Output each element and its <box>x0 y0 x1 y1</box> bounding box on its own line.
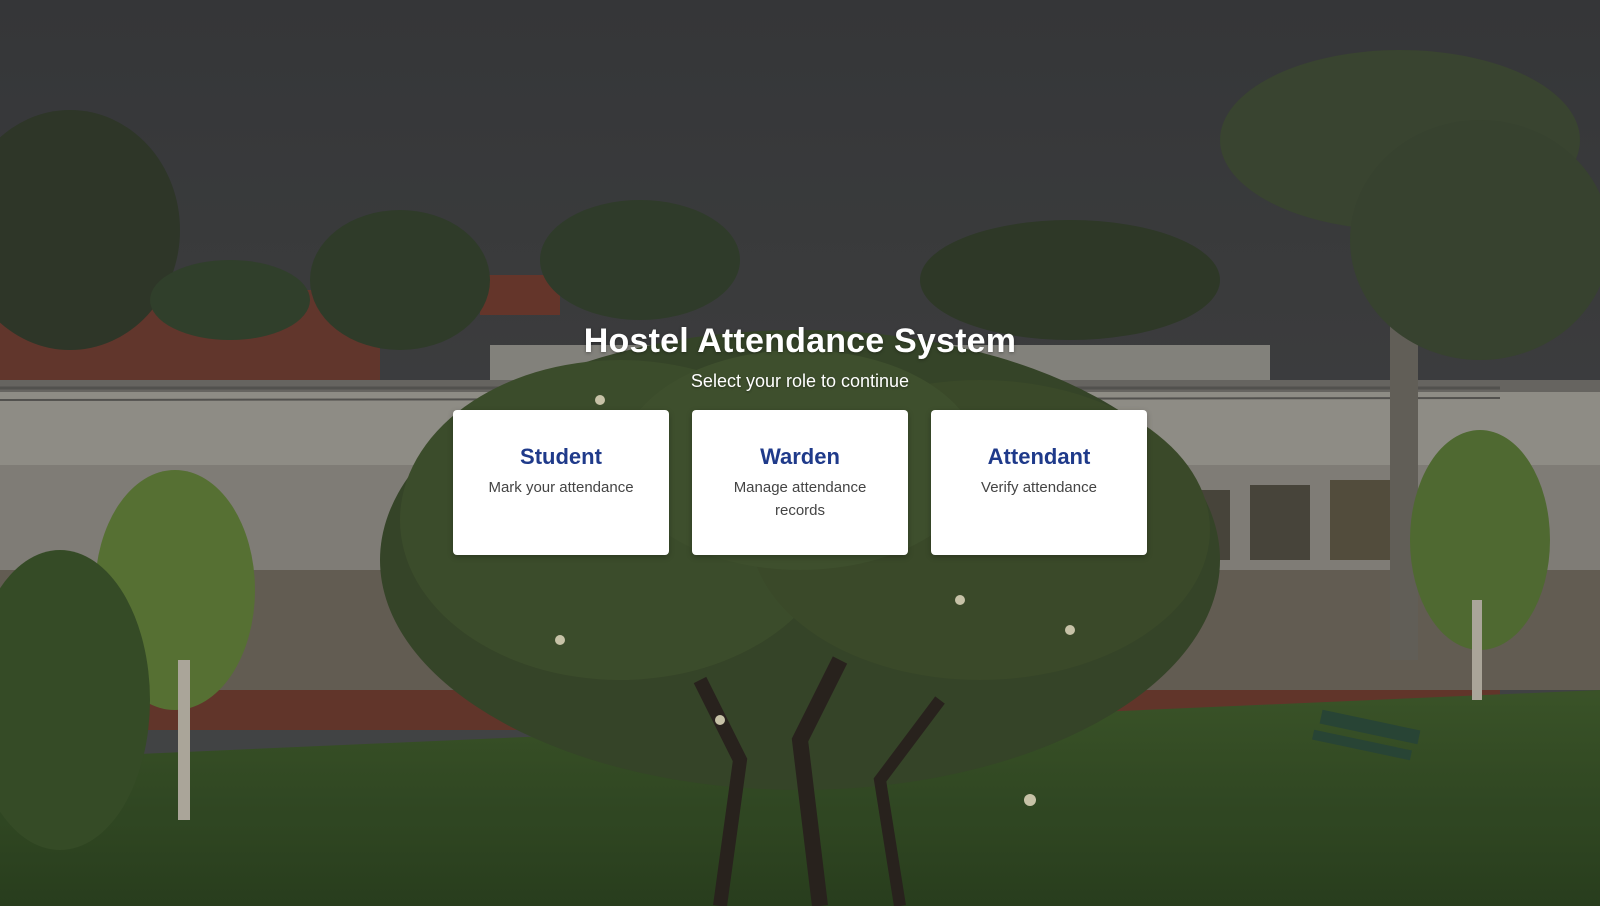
role-card-description: Manage attendance records <box>733 479 867 519</box>
role-card-description: Verify attendance <box>981 479 1097 496</box>
role-card-student[interactable]: Student Mark your attendance <box>453 410 669 555</box>
role-card-attendant[interactable]: Attendant Verify attendance <box>931 410 1147 555</box>
page-subtitle: Select your role to continue <box>690 371 910 391</box>
role-card-title: Attendant <box>987 444 1091 469</box>
role-card-title: Warden <box>760 444 840 469</box>
page-title: Hostel Attendance System <box>583 322 1017 360</box>
role-cards: Student Mark your attendance Warden Mana… <box>453 410 1147 555</box>
role-card-title: Student <box>520 444 602 469</box>
landing-page: Hostel Attendance System Select your rol… <box>0 0 1600 906</box>
role-card-description: Mark your attendance <box>488 479 634 496</box>
role-selection-panel: Hostel Attendance System Select your rol… <box>0 318 1600 555</box>
role-card-warden[interactable]: Warden Manage attendance records <box>692 410 908 555</box>
